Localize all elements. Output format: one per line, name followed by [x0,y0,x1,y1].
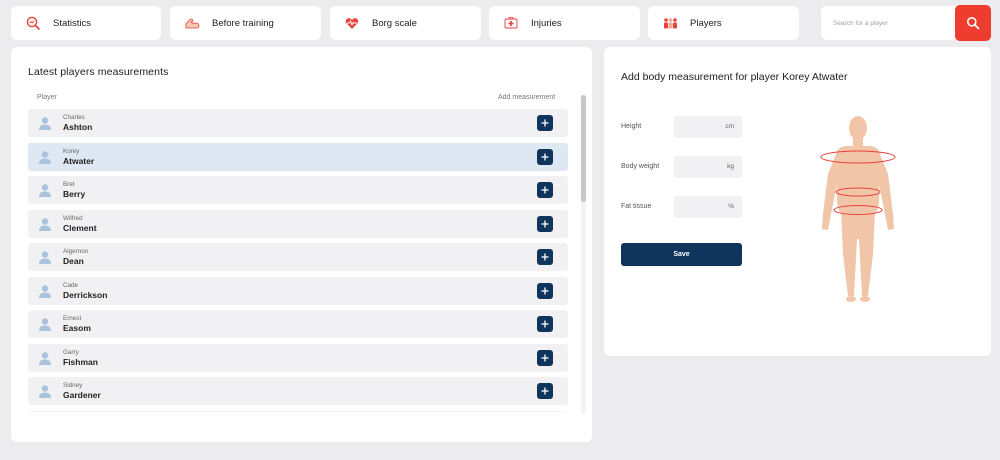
player-last-name: Berry [63,189,86,199]
team-icon [662,15,678,31]
avatar-icon [39,251,51,264]
player-first-name: Wilfred [63,214,83,222]
player-first-name: Cade [63,281,79,289]
body-figure-illustration [820,116,896,302]
avatar-icon [39,284,51,298]
players-list: Charles Ashton Korey Atwater Bret Berry Wilfre… [28,109,568,412]
avatar-icon [39,117,51,130]
add-measurement-button[interactable] [537,182,553,198]
avatar-icon [39,385,51,398]
body-weight-field: kg [674,156,742,178]
player-last-name: Gardener [63,390,101,400]
nav-before-training[interactable]: Before training [170,6,321,40]
scrollbar-thumb[interactable] [581,95,586,202]
nav-players[interactable]: Players [648,6,799,40]
body-weight-label: Body weight [621,163,660,170]
fat-tissue-field: % [674,196,742,218]
search-box [821,6,955,40]
player-first-name: Bret [63,181,75,188]
player-row[interactable]: Sidney Gardener [28,377,568,405]
panel-title: Add body measurement for player Korey At… [621,71,848,83]
player-row[interactable] [28,410,568,412]
player-last-name: Ashton [63,122,93,132]
nav-label: Statistics [53,17,92,29]
player-row[interactable]: Bret Berry [28,176,568,204]
nav-label: Injuries [531,17,562,29]
chart-search-icon [25,15,41,31]
add-measurement-button[interactable] [537,349,553,366]
body-weight-input[interactable] [674,156,720,178]
height-unit: cm [725,123,734,130]
player-first-name: Charles [63,114,85,121]
player-row[interactable]: Charles Ashton [28,109,568,137]
plus-icon [541,220,549,227]
heart-rate-icon [344,15,360,31]
fat-tissue-unit: % [728,203,734,210]
fat-tissue-input[interactable] [674,196,720,218]
plus-icon [541,387,549,395]
search-icon [967,17,980,30]
avatar-icon [39,351,51,365]
player-row[interactable]: Ernest Easom [28,310,568,338]
save-button[interactable]: Save [621,243,742,266]
plus-icon [541,253,549,261]
body-weight-unit: kg [727,163,734,170]
player-row[interactable]: Algernon Dean [28,243,568,271]
plus-icon [541,320,549,328]
search-button[interactable] [955,5,991,41]
arm-muscle-icon [184,15,200,31]
nav-label: Players [690,17,722,29]
avatar-icon [39,318,51,331]
column-header-player: Player [37,94,57,101]
player-last-name: Clement [63,222,97,233]
player-last-name: Derrickson [63,289,108,300]
player-first-name: Algernon [63,248,89,255]
add-measurement-button[interactable] [537,215,553,232]
first-aid-icon [503,15,519,31]
height-label: Height [621,123,642,130]
add-measurement-button[interactable] [537,115,553,131]
add-measurement-button[interactable] [537,383,553,399]
player-last-name: Easom [63,323,91,333]
avatar-icon [39,217,51,231]
add-measurement-button[interactable] [537,148,553,165]
nav-borg-scale[interactable]: Borg scale [330,6,481,40]
nav-injuries[interactable]: Injuries [489,6,640,40]
plus-icon [541,287,549,294]
nav-label: Before training [212,17,274,29]
player-row[interactable]: Garry Fishman [28,343,568,372]
plus-icon [541,119,549,127]
nav-label: Borg scale [372,17,417,29]
body-measurement-panel: Add body measurement for player Korey At… [604,47,991,356]
player-last-name: Fishman [63,356,98,367]
add-measurement-button[interactable] [537,316,553,332]
players-measurements-panel: Latest players measurements Player Add m… [11,47,592,442]
player-row[interactable]: Wilfred Clement [28,209,568,238]
player-last-name: Dean [63,256,84,266]
fat-tissue-label: Fat tissue [621,203,652,210]
plus-icon [541,354,549,361]
player-first-name: Sidney [63,382,83,389]
player-first-name: Korey [63,147,80,155]
height-input[interactable] [674,116,720,138]
search-input[interactable] [821,6,955,40]
player-first-name: Garry [63,348,79,356]
nav-statistics[interactable]: Statistics [11,6,161,40]
player-last-name: Atwater [63,155,95,166]
panel-title: Latest players measurements [28,66,169,78]
avatar-icon [39,150,51,164]
player-row[interactable]: Cade Derrickson [28,276,568,305]
column-header-add-measurement: Add measurement [498,94,556,101]
add-measurement-button[interactable] [537,282,553,299]
plus-icon [541,153,549,160]
height-field: cm [674,116,742,138]
player-first-name: Ernest [63,315,82,322]
player-row[interactable]: Korey Atwater [28,142,568,171]
avatar-icon [39,184,51,197]
add-measurement-button[interactable] [537,249,553,265]
plus-icon [541,186,549,194]
